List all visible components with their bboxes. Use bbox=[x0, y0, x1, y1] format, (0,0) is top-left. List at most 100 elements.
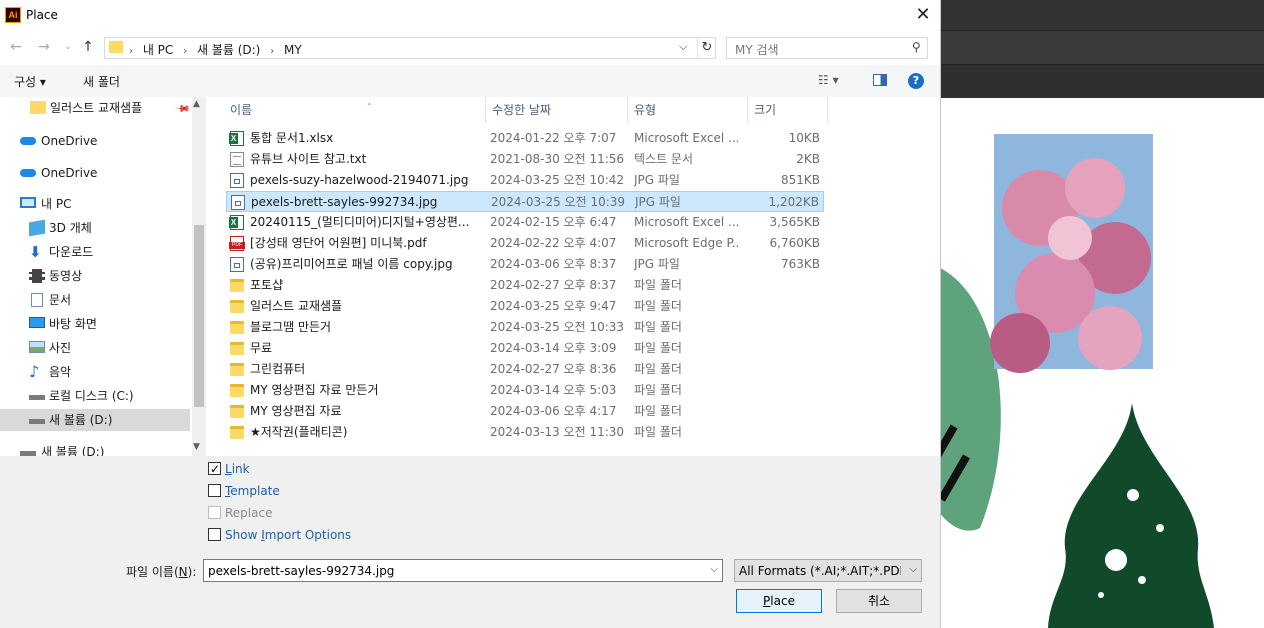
preview-pane-icon[interactable] bbox=[873, 74, 887, 86]
address-bar[interactable]: › 내 PC › 새 볼륨 (D:) › MY ⌵ ↻ bbox=[104, 37, 716, 59]
nav-item-local-disk-c[interactable]: 로컬 디스크 (C:) bbox=[0, 385, 190, 407]
chevron-down-icon[interactable]: ⌵ bbox=[679, 40, 687, 54]
file-date: 2024-03-06 오후 4:17 bbox=[490, 404, 617, 418]
file-row[interactable]: (공유)프리미어프로 패널 이름 copy.jpg 2024-03-06 오후 8… bbox=[226, 254, 824, 275]
blossom bbox=[990, 313, 1050, 373]
column-header-name[interactable]: ⌃ 이름 bbox=[224, 97, 486, 123]
file-name: 20240115_(멀티디미어)디지털+영상편... bbox=[250, 215, 470, 229]
cancel-button[interactable]: 취소 bbox=[836, 589, 922, 613]
column-header-date[interactable]: 수정한 날짜 bbox=[486, 97, 628, 123]
illustrator-menubar bbox=[940, 0, 1264, 30]
forward-arrow-icon[interactable]: → bbox=[34, 37, 54, 57]
excel-file-icon bbox=[229, 215, 244, 230]
file-format-select[interactable]: All Formats (*.AI;*.AIT;*.PDF;*.D ⌵ bbox=[734, 559, 922, 582]
nav-item-onedrive-1[interactable]: OneDrive bbox=[0, 130, 190, 152]
file-name: pexels-brett-sayles-992734.jpg bbox=[251, 195, 438, 209]
folder-icon bbox=[109, 41, 123, 53]
file-name: ★저작권(플래티콘) bbox=[250, 425, 348, 439]
file-date: 2024-03-13 오전 11:30 bbox=[490, 425, 625, 439]
help-icon[interactable]: ? bbox=[908, 73, 924, 89]
nav-item-onedrive-2[interactable]: OneDrive bbox=[0, 162, 190, 184]
file-row[interactable]: 포토샵 2024-02-27 오후 8:37 파일 폴더 bbox=[226, 275, 824, 296]
column-header-name-label: 이름 bbox=[230, 103, 253, 117]
file-row[interactable]: 통합 문서1.xlsx 2024-01-22 오후 7:07 Microsoft E… bbox=[226, 128, 824, 149]
nav-scrollbar-thumb[interactable] bbox=[194, 225, 204, 407]
file-row[interactable]: 일러스트 교재샘플 2024-03-25 오후 9:47 파일 폴더 bbox=[226, 296, 824, 317]
file-row[interactable]: ★저작권(플래티콘) 2024-03-13 오전 11:30 파일 폴더 bbox=[226, 422, 824, 443]
column-header-type[interactable]: 유형 bbox=[628, 97, 748, 123]
nav-item-videos[interactable]: 동영상 bbox=[0, 265, 190, 287]
nav-item-downloads[interactable]: ⬇ 다운로드 bbox=[0, 241, 190, 263]
file-row[interactable]: pexels-brett-sayles-992734.jpg 2024-03-25… bbox=[226, 191, 824, 212]
file-date: 2024-02-22 오후 4:07 bbox=[490, 236, 617, 250]
nav-item-label: 3D 개체 bbox=[49, 221, 92, 235]
dialog-title: Place bbox=[26, 8, 58, 22]
nav-item-desktop[interactable]: 바탕 화면 bbox=[0, 313, 190, 335]
blossom bbox=[1048, 216, 1092, 260]
replace-checkbox bbox=[208, 506, 221, 519]
chevron-down-icon[interactable]: ⌵ bbox=[909, 564, 917, 575]
nav-item-label: 로컬 디스크 (C:) bbox=[49, 389, 134, 403]
nav-item-label: 다운로드 bbox=[49, 245, 94, 259]
filename-input[interactable]: pexels-brett-sayles-992734.jpg ⌵ bbox=[203, 559, 723, 582]
folder-icon bbox=[230, 279, 244, 292]
view-options-button[interactable]: ☷ ▾ bbox=[818, 73, 839, 87]
column-header-date-label: 수정한 날짜 bbox=[492, 103, 552, 117]
nav-item-volume-d-2[interactable]: 새 볼륨 (D:) bbox=[0, 441, 190, 456]
place-button[interactable]: Place bbox=[736, 589, 822, 613]
search-input[interactable]: MY 검색 ⚲ bbox=[726, 37, 928, 59]
chevron-down-icon[interactable]: ⌵ bbox=[710, 564, 718, 575]
scroll-down-icon[interactable]: ▼ bbox=[193, 442, 200, 452]
column-header-size[interactable]: 크기 bbox=[748, 97, 828, 123]
navigation-pane: 📌 일러스트 교재샘플 OneDrive OneDrive 내 PC 3D 개체… bbox=[0, 97, 206, 456]
breadcrumb-volume-d[interactable]: 새 볼륨 (D:) bbox=[197, 43, 260, 57]
file-row[interactable]: MY 영상편집 자료 2024-03-06 오후 4:17 파일 폴더 bbox=[226, 401, 824, 422]
file-date: 2024-03-25 오전 10:42 bbox=[490, 173, 625, 187]
artwork-illustration bbox=[940, 134, 1214, 628]
link-label[interactable]: Link bbox=[225, 460, 250, 478]
file-type: JPG 파일 bbox=[634, 257, 680, 271]
drive-icon bbox=[20, 451, 36, 456]
nav-item-pictures[interactable]: 사진 bbox=[0, 337, 190, 359]
breadcrumb-my[interactable]: MY bbox=[284, 43, 302, 57]
close-button[interactable]: ✕ bbox=[906, 2, 940, 28]
recent-locations-chevron-icon[interactable]: ⌄ bbox=[58, 37, 78, 57]
link-checkbox[interactable] bbox=[208, 460, 221, 478]
file-row[interactable]: MY 영상편집 자료 만든거 2024-03-14 오후 5:03 파일 폴더 bbox=[226, 380, 824, 401]
file-type: 파일 폴더 bbox=[634, 404, 682, 418]
replace-label: Replace bbox=[225, 506, 273, 520]
up-arrow-icon[interactable]: ↑ bbox=[78, 37, 98, 57]
nav-item-volume-d[interactable]: 새 볼륨 (D:) bbox=[0, 409, 190, 431]
back-arrow-icon[interactable]: ← bbox=[6, 37, 26, 57]
template-label[interactable]: Template bbox=[225, 482, 280, 500]
organize-button[interactable]: 구성 ▾ bbox=[14, 73, 46, 90]
new-folder-button[interactable]: 새 폴더 bbox=[83, 73, 120, 90]
show-import-options-checkbox[interactable] bbox=[208, 528, 221, 541]
place-options: Link Template Replace Show Import Option… bbox=[208, 460, 508, 550]
nav-item-music[interactable]: ♪ 음악 bbox=[0, 361, 190, 383]
file-date: 2024-03-25 오전 10:33 bbox=[490, 320, 625, 334]
breadcrumb-this-pc[interactable]: 내 PC bbox=[143, 43, 173, 57]
file-row[interactable]: 무료 2024-03-14 오후 3:09 파일 폴더 bbox=[226, 338, 824, 359]
refresh-icon[interactable]: ↻ bbox=[697, 38, 716, 58]
file-row[interactable]: pexels-suzy-hazelwood-2194071.jpg 2024-03… bbox=[226, 170, 824, 191]
scroll-up-icon[interactable]: ▲ bbox=[193, 99, 200, 109]
title-bar: Ai Place ✕ bbox=[0, 0, 940, 31]
file-row[interactable]: [강성태 영단어 어원편] 미니북.pdf 2024-02-22 오후 4:07 M… bbox=[226, 233, 824, 254]
nav-item-3d-objects[interactable]: 3D 개체 bbox=[0, 217, 190, 239]
file-type: 파일 폴더 bbox=[634, 278, 682, 292]
file-row[interactable]: 블로그땜 만든거 2024-03-25 오전 10:33 파일 폴더 bbox=[226, 317, 824, 338]
template-checkbox[interactable] bbox=[208, 484, 221, 497]
nav-item-label: 사진 bbox=[49, 341, 72, 355]
column-header-type-label: 유형 bbox=[634, 103, 657, 117]
file-row[interactable]: 그린컴퓨터 2024-02-27 오후 8:36 파일 폴더 bbox=[226, 359, 824, 380]
file-row[interactable]: 20240115_(멀티디미어)디지털+영상편... 2024-02-15 오후 … bbox=[226, 212, 824, 233]
drive-icon bbox=[29, 395, 45, 400]
show-import-options-label[interactable]: Show Import Options bbox=[225, 526, 351, 544]
file-row[interactable]: 유튜브 사이트 참고.txt 2021-08-30 오전 11:56 텍스트 문서 2… bbox=[226, 149, 824, 170]
cloud-icon bbox=[20, 169, 36, 177]
nav-item-this-pc[interactable]: 내 PC bbox=[0, 193, 190, 215]
nav-item-documents[interactable]: 문서 bbox=[0, 289, 190, 311]
nav-item-illust-samples[interactable]: 일러스트 교재샘플 bbox=[0, 97, 190, 119]
tree-dot bbox=[1156, 524, 1164, 532]
